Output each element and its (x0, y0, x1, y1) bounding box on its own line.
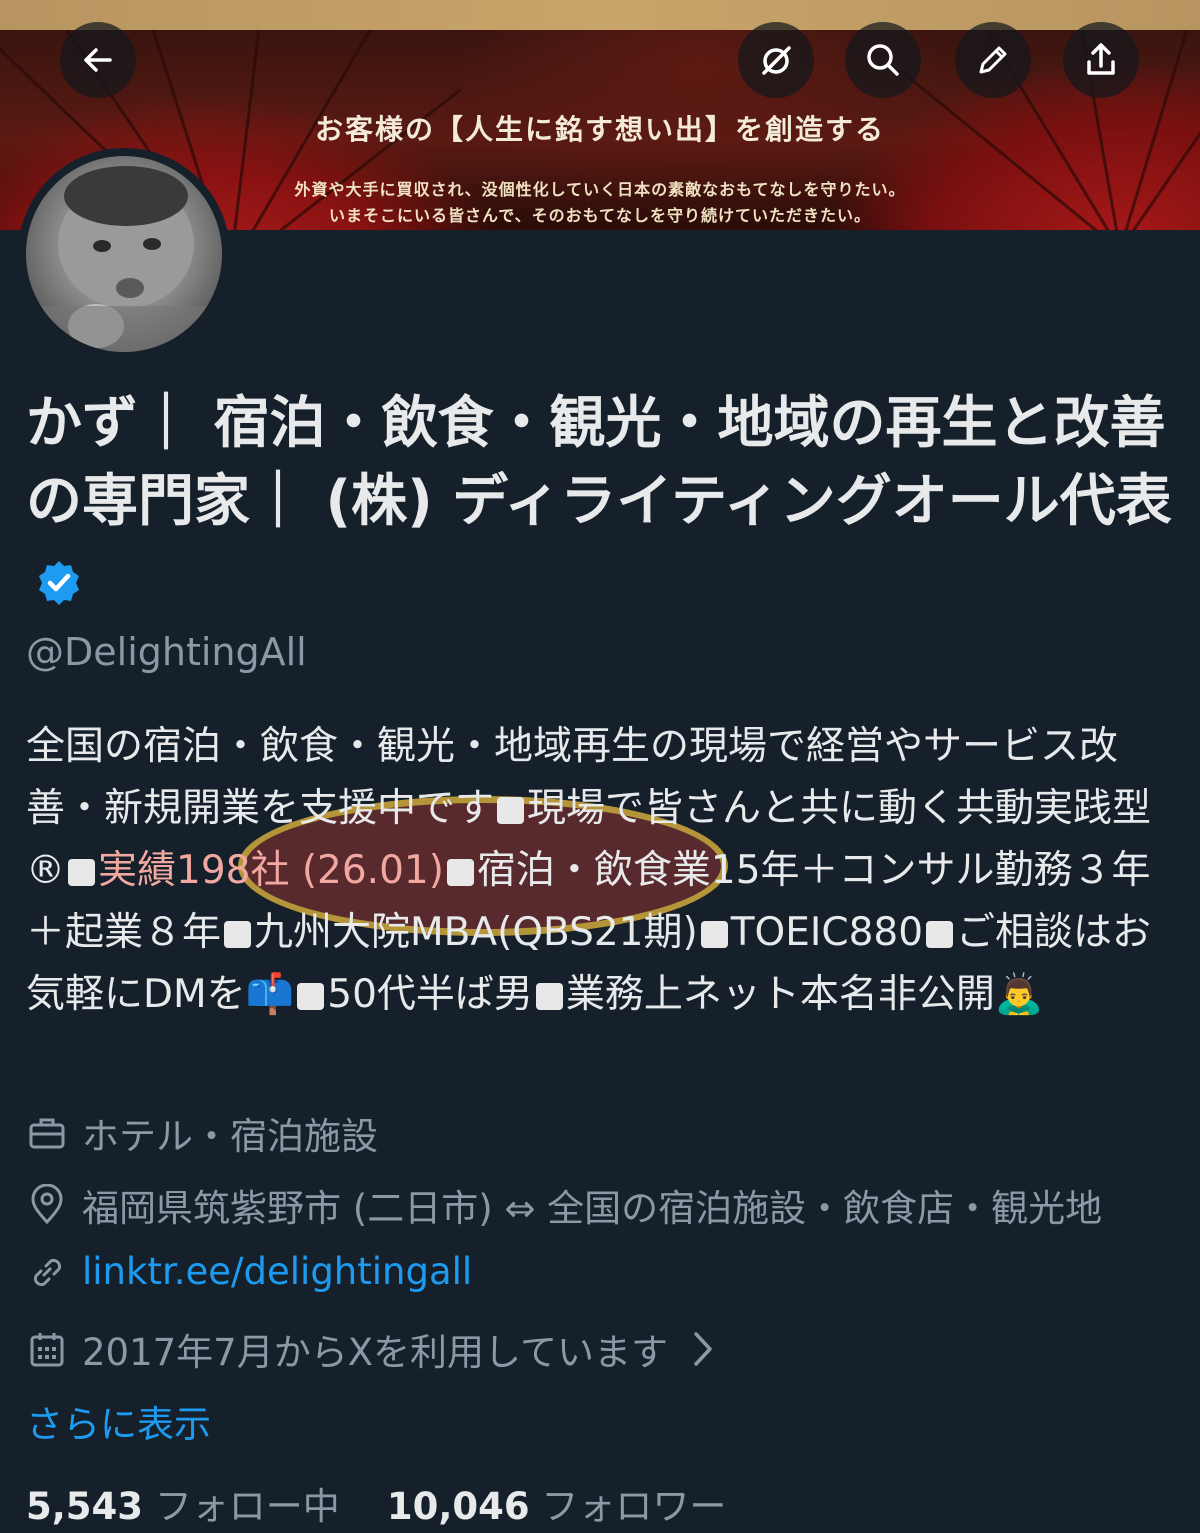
location-pin-icon (31, 1184, 63, 1225)
location-text: 福岡県筑紫野市 (二日市) ⇔ 全国の宿泊施設・飲食店・観光地 (82, 1187, 1103, 1230)
edit-button[interactable] (955, 22, 1031, 98)
following-label: フォロー中 (154, 1485, 340, 1528)
grok-button[interactable] (738, 22, 814, 98)
search-icon (867, 44, 899, 76)
bio-text: TOEIC880 (730, 910, 924, 955)
square-bullet (297, 983, 325, 1010)
verified-badge-icon[interactable] (34, 558, 84, 608)
square-bullet (700, 921, 728, 948)
share-button[interactable] (1063, 22, 1139, 98)
url-link[interactable]: linktr.ee/delightingall (82, 1250, 472, 1293)
profile-bio: 全国の宿泊・飲食・観光・地域再生の現場で経営やサービス改善・新規開業を支援中です… (26, 716, 1186, 1026)
search-button[interactable] (845, 22, 921, 98)
bio-text: 九州大院MBA(QBS21期) (254, 910, 698, 955)
briefcase-icon (29, 1118, 65, 1149)
back-arrow-icon (84, 48, 112, 72)
square-bullet (224, 921, 252, 948)
profile-category: ホテル・宿泊施設 (26, 1106, 378, 1160)
follow-stats: 5,543 フォロー中 10,046 フォロワー (26, 1476, 726, 1530)
banner-title: お客様の【人生に銘す想い出】を創造する (314, 113, 885, 146)
profile-location: 福岡県筑紫野市 (二日市) ⇔ 全国の宿泊施設・飲食店・観光地 (26, 1178, 1102, 1232)
square-bullet (535, 983, 563, 1010)
square-bullet (926, 921, 954, 948)
following-count: 5,543 (26, 1485, 144, 1528)
grok-icon (762, 46, 791, 75)
bio-highlight-text: 実績198社 (26.01) (98, 848, 444, 893)
user-handle: @DelightingAll (26, 630, 307, 674)
square-bullet (68, 859, 95, 886)
avatar-photo (26, 156, 222, 352)
edit-icon (979, 46, 1007, 74)
avatar[interactable] (18, 148, 230, 360)
chevron-right-icon (694, 1332, 712, 1366)
bio-text: 50代半ば男 (327, 972, 533, 1017)
calendar-icon (30, 1333, 64, 1367)
category-text: ホテル・宿泊施設 (82, 1115, 378, 1158)
square-bullet (446, 859, 474, 886)
back-button[interactable] (60, 22, 136, 98)
following-stat[interactable]: 5,543 フォロー中 (26, 1485, 340, 1528)
profile-joined[interactable]: 2017年7月からXを利用しています (26, 1322, 724, 1376)
joined-text: 2017年7月からXを利用しています (82, 1331, 668, 1374)
profile-url[interactable]: linktr.ee/delightingall (26, 1250, 472, 1293)
display-name-text: かず｜ 宿泊・飲食・観光・地域の再生と改善の専門家｜ (株) ディライティングオ… (26, 391, 1172, 534)
top-strip (0, 0, 1200, 30)
square-bullet (497, 797, 525, 824)
followers-label: フォロワー (541, 1485, 727, 1528)
followers-stat[interactable]: 10,046 フォロワー (387, 1485, 727, 1528)
share-icon (1087, 43, 1115, 75)
link-icon (33, 1258, 62, 1286)
followers-count: 10,046 (386, 1485, 530, 1528)
display-name: かず｜ 宿泊・飲食・観光・地域の再生と改善の専門家｜ (株) ディライティングオ… (26, 385, 1186, 619)
bio-text: 業務上ネット本名非公開 (565, 972, 995, 1017)
bowing-emoji-icon: 🙇‍♂️ (994, 972, 1044, 1017)
show-more-link[interactable]: さらに表示 (26, 1394, 211, 1448)
mailbox-emoji-icon: 📫 (245, 972, 295, 1017)
